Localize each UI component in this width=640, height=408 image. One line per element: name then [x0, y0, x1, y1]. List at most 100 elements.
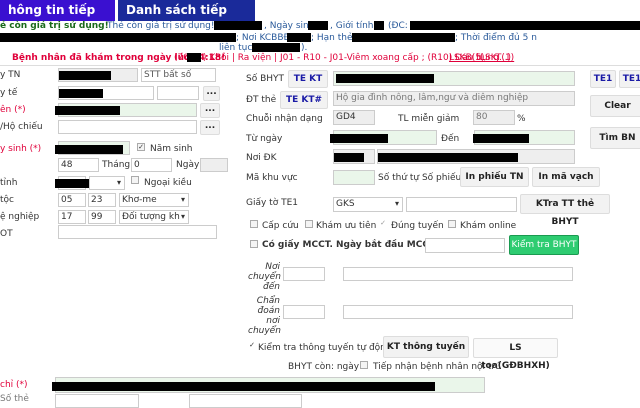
label-ma-khu-vuc: Mã khu vực	[246, 173, 298, 183]
in-phieu-tn-button[interactable]: In phiếu TN	[460, 167, 529, 187]
te-kt-hash-button[interactable]: TE KT#	[280, 91, 328, 109]
ot-input[interactable]	[58, 225, 217, 239]
tab-thong-tin-tiep-nhan[interactable]: hông tin tiếp nhận	[0, 0, 115, 38]
label-noi-dk: Nơi ĐK	[246, 153, 277, 163]
more-button[interactable]: ...	[200, 103, 220, 118]
ho-ten-input[interactable]	[55, 103, 197, 117]
label-dt-the: ĐT thẻ	[246, 95, 277, 105]
notice-addr: (ĐC:	[388, 21, 408, 31]
tinh-select[interactable]	[89, 176, 125, 190]
divider	[0, 65, 640, 66]
noi-chuyen-den-name[interactable]	[343, 267, 573, 281]
tim-bn-button[interactable]: Tìm BN	[590, 127, 640, 149]
chan-doan-code[interactable]	[283, 305, 325, 319]
label-thang: Tháng	[102, 160, 131, 170]
y-te-input[interactable]	[58, 86, 154, 100]
lskt-link[interactable]: LSKT(1)	[480, 53, 514, 63]
noi-dk-name[interactable]	[377, 149, 575, 164]
label-ngoai-kieu: Ngoại kiều	[144, 178, 192, 188]
ma-khu-vuc-input[interactable]	[333, 170, 375, 185]
kham-uu-tien-checkbox[interactable]	[305, 220, 313, 228]
noi-chuyen-den-code[interactable]	[283, 267, 325, 281]
ls-toa-button[interactable]: LS toa(GĐBHXH)	[473, 338, 558, 371]
so-bhyt-input[interactable]	[333, 71, 575, 86]
chuoi-input[interactable]: GD4	[333, 110, 375, 125]
label-tinh: tỉnh	[0, 178, 18, 188]
noi-dk-code[interactable]	[333, 149, 375, 164]
label-nam-sinh: Năm sinh	[150, 144, 193, 154]
kham-online-checkbox[interactable]	[448, 220, 456, 228]
label-noi-tru: Tiếp nhận bệnh nhân nội trú	[373, 362, 501, 372]
dia-chi-input[interactable]	[52, 377, 485, 393]
label-dung-tuyen: Đúng tuyến	[391, 221, 444, 231]
ngay-input[interactable]	[200, 158, 228, 172]
redacted	[214, 21, 262, 30]
notice-end: ).	[301, 43, 308, 53]
notice-han-the: ; Hạn thẻ:	[311, 33, 356, 43]
giay-to-select[interactable]: GKS	[333, 197, 403, 212]
tab-danh-sach-tiep-nhan[interactable]: Danh sách tiếp nhận	[118, 0, 255, 38]
nghe-code2[interactable]: 99	[88, 210, 116, 224]
label-tu-ngay: Từ ngày	[246, 134, 283, 144]
dung-tuyen-checkbox[interactable]: ✓	[379, 220, 387, 228]
ngay-tn-input[interactable]	[58, 68, 138, 82]
tinh-input[interactable]	[55, 176, 111, 190]
kt-tu-dong-checkbox[interactable]: ✓	[248, 342, 256, 350]
label-giay-to-te1: Giấy tờ TE1	[246, 198, 298, 208]
label-kham-uu-tien: Khám ưu tiên	[316, 221, 377, 231]
mcct-checkbox[interactable]	[250, 240, 258, 248]
label-chan-doan: Chẩn đoán nơi chuyển	[248, 296, 281, 336]
in-ma-vach-button[interactable]: In mã vạch	[532, 167, 600, 187]
te1-button-2[interactable]: TE1	[619, 70, 640, 88]
nghe-select[interactable]: Đối tượng kh	[119, 210, 189, 224]
so-the-input[interactable]	[55, 394, 139, 408]
te-kt-button[interactable]: TE KT	[288, 70, 328, 88]
notice-green: ẻ còn giá trị sử dụng!	[0, 21, 109, 31]
nam-sinh-checkbox[interactable]: ✓	[137, 143, 145, 151]
notice-gender: , Giới tính :	[330, 21, 380, 31]
dan-toc-select[interactable]: Khơ-me	[119, 193, 189, 207]
extra-input[interactable]	[189, 394, 302, 408]
giay-to-input[interactable]	[406, 197, 517, 212]
tuoi-input[interactable]: 48	[58, 158, 99, 172]
ngoai-kieu-checkbox[interactable]	[131, 176, 139, 184]
more-button[interactable]: ...	[203, 86, 220, 101]
label-dia-chi: chỉ (*)	[0, 380, 28, 390]
chan-doan-name[interactable]	[343, 305, 573, 319]
redacted	[287, 33, 311, 42]
dt-the-input[interactable]: Hộ gia đình nông, lâm,ngư và diêm nghiệp	[333, 91, 575, 106]
clear-button[interactable]: Clear	[590, 95, 640, 117]
label-chuoi-nhan-dang: Chuỗi nhận dạng	[246, 114, 323, 124]
mcct-date-input[interactable]	[425, 238, 505, 253]
notice-lien-tuc: liên tục:	[219, 43, 256, 53]
label-den: Đến	[441, 134, 460, 144]
kt-thong-tuyen-button[interactable]: KT thông tuyến	[383, 336, 469, 358]
te1-button[interactable]: TE1	[590, 70, 616, 88]
nghe-code1[interactable]: 17	[58, 210, 86, 224]
cmnd-input[interactable]	[58, 120, 197, 134]
thang-input[interactable]: 0	[131, 158, 172, 172]
dan-toc-code2[interactable]: 23	[88, 193, 116, 207]
label-kham-online: Khám online	[460, 221, 517, 231]
ktra-tt-the-button[interactable]: KTra TT thẻ BHYT	[520, 194, 610, 227]
tl-input[interactable]: 80	[473, 110, 515, 125]
notice-thoi-diem: ; Thời điểm đủ 5 n	[455, 33, 537, 43]
redacted	[374, 21, 384, 30]
more-button[interactable]: ...	[200, 120, 220, 135]
redacted	[352, 33, 455, 42]
noi-tru-checkbox[interactable]	[360, 361, 368, 369]
y-te-input-2[interactable]	[157, 86, 199, 100]
label-so-the: Số thẻ	[0, 394, 29, 404]
label-kt-tu-dong: Kiểm tra thông tuyến tự động	[258, 343, 392, 353]
label-noi-chuyen-den: Nơi chuyển đến	[248, 262, 281, 292]
den-input[interactable]	[473, 130, 575, 145]
ngay-sinh-input[interactable]	[55, 141, 130, 155]
label-percent: %	[517, 114, 526, 124]
notice-kcbbd: ; Nơi KCBBĐ:	[236, 33, 294, 43]
dan-toc-code1[interactable]: 05	[58, 193, 86, 207]
stt-input[interactable]: STT bất số	[141, 68, 216, 82]
kiem-tra-bhyt-button[interactable]: Kiểm tra BHYT	[509, 235, 579, 255]
redacted	[410, 21, 640, 30]
tu-ngay-input[interactable]	[330, 130, 437, 145]
cap-cuu-checkbox[interactable]	[250, 220, 258, 228]
